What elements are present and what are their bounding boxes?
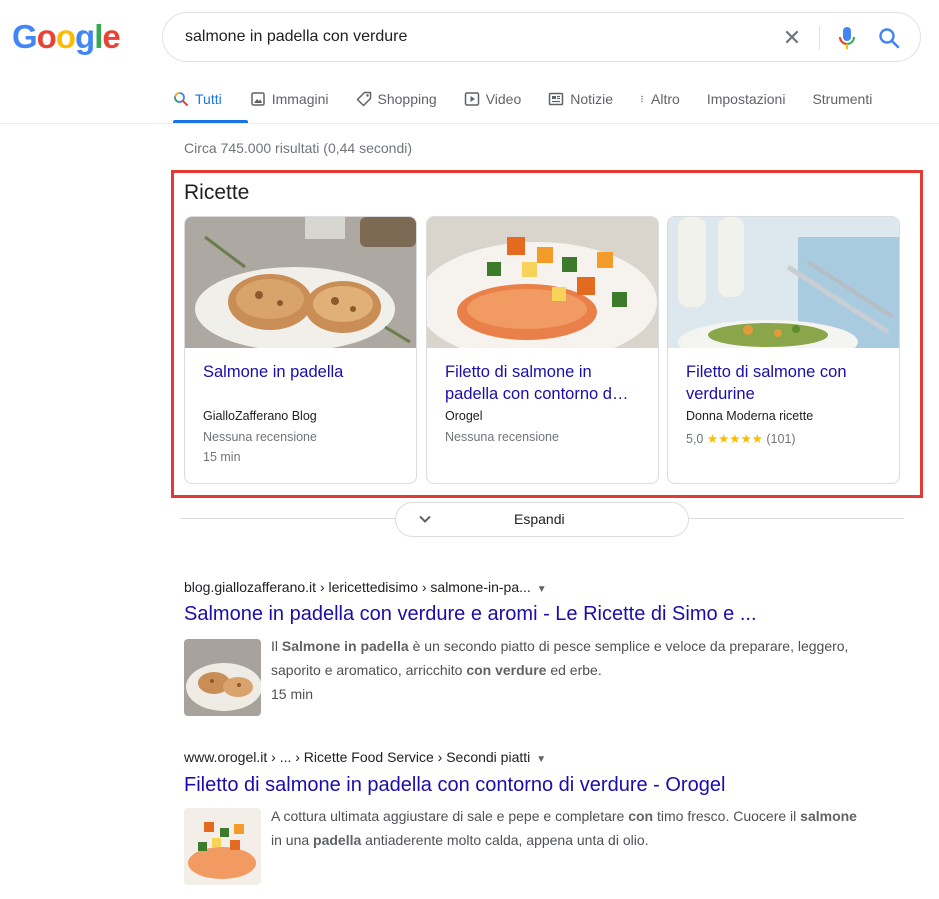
result-thumbnail[interactable] bbox=[184, 639, 261, 716]
result-cite: www.orogel.it › ... › Ricette Food Servi… bbox=[184, 749, 531, 765]
result-url[interactable]: blog.giallozafferano.it › lericettedisim… bbox=[184, 579, 547, 595]
more-vert-icon bbox=[641, 95, 643, 103]
result-thumbnail[interactable] bbox=[184, 808, 261, 885]
result-snippet: Il Salmone in padella è un secondo piatt… bbox=[271, 634, 861, 682]
tab-settings[interactable]: Impostazioni bbox=[707, 86, 786, 112]
tab-more[interactable]: Altro bbox=[640, 86, 680, 112]
rating-value: 5,0 bbox=[686, 432, 704, 446]
microphone-icon[interactable] bbox=[835, 25, 859, 51]
recipe-image bbox=[185, 217, 416, 348]
review-count: (101) bbox=[766, 432, 796, 446]
tab-label: Impostazioni bbox=[706, 91, 786, 107]
header-divider bbox=[0, 123, 939, 124]
chevron-down-icon bbox=[419, 515, 431, 523]
result-stats: Circa 745.000 risultati (0,44 secondi) bbox=[184, 140, 413, 156]
tab-label: Altro bbox=[651, 91, 680, 107]
result-extra: 15 min bbox=[271, 686, 314, 702]
tag-icon bbox=[356, 91, 371, 107]
tab-label: Shopping bbox=[377, 91, 437, 107]
logo-letter: o bbox=[36, 18, 57, 55]
recipe-card[interactable]: Filetto di salmone in padella con contor… bbox=[426, 216, 659, 484]
tab-tools[interactable]: Strumenti bbox=[812, 86, 872, 112]
snippet-text: antiaderente molto calda, appena unta di… bbox=[361, 832, 649, 848]
result-title[interactable]: Salmone in padella con verdure e aromi -… bbox=[184, 603, 757, 626]
logo-letter: G bbox=[12, 18, 38, 55]
recipe-source: GialloZafferano Blog bbox=[203, 409, 317, 423]
recipe-card[interactable]: Filetto di salmone con verdurine Donna M… bbox=[667, 216, 900, 484]
result-cite: blog.giallozafferano.it › lericettedisim… bbox=[184, 579, 531, 595]
recipe-source: Orogel bbox=[445, 409, 483, 423]
google-logo[interactable]: Google bbox=[12, 18, 121, 56]
tab-label: Notizie bbox=[570, 91, 614, 107]
recipe-reviews: Nessuna recensione bbox=[203, 430, 317, 444]
recipe-reviews: Nessuna recensione bbox=[445, 430, 559, 444]
logo-letter: g bbox=[75, 18, 95, 55]
logo-letter: e bbox=[102, 18, 120, 55]
recipes-heading: Ricette bbox=[184, 181, 250, 204]
snippet-highlight: salmone bbox=[800, 808, 857, 824]
clear-icon[interactable]: ✕ bbox=[779, 25, 805, 51]
snippet-highlight: Salmone in padella bbox=[281, 638, 409, 654]
tab-video[interactable]: Video bbox=[464, 86, 522, 112]
snippet-text: ed erbe. bbox=[546, 662, 602, 678]
search-icon bbox=[174, 92, 188, 106]
play-icon bbox=[464, 92, 479, 106]
result-url[interactable]: www.orogel.it › ... › Ricette Food Servi… bbox=[184, 749, 546, 765]
expand-divider-right bbox=[689, 518, 904, 519]
recipe-source: Donna Moderna ricette bbox=[686, 409, 814, 423]
tab-label: Immagini bbox=[271, 91, 329, 107]
expand-button[interactable]: Espandi bbox=[395, 502, 689, 537]
image-icon bbox=[250, 92, 265, 106]
search-input[interactable] bbox=[185, 13, 745, 61]
search-box[interactable]: ✕ bbox=[162, 12, 921, 62]
search-icon[interactable] bbox=[877, 25, 901, 51]
recipe-image bbox=[427, 217, 658, 348]
tab-label: Tutti bbox=[195, 91, 222, 107]
expand-divider-left bbox=[180, 518, 395, 519]
tab-news[interactable]: Notizie bbox=[548, 86, 613, 112]
snippet-highlight: con bbox=[628, 808, 654, 824]
result-snippet: A cottura ultimata aggiustare di sale e … bbox=[271, 804, 861, 852]
snippet-text: A cottura ultimata aggiustare di sale e … bbox=[271, 808, 629, 824]
tab-label: Strumenti bbox=[812, 91, 873, 107]
news-icon bbox=[549, 92, 564, 106]
star-rating-icon: ★★★★★ bbox=[706, 432, 763, 446]
tab-label: Video bbox=[485, 91, 522, 107]
recipe-title[interactable]: Salmone in padella bbox=[203, 361, 403, 383]
recipe-title[interactable]: Filetto di salmone con verdurine bbox=[686, 361, 886, 405]
search-tabs: Tutti Immagini Shopping Video Notizie Al… bbox=[173, 86, 872, 124]
snippet-highlight: padella bbox=[313, 832, 362, 848]
recipe-image bbox=[668, 217, 899, 348]
recipe-time: 15 min bbox=[203, 450, 241, 464]
caret-down-icon[interactable]: ▼ bbox=[537, 584, 547, 595]
logo-letter: o bbox=[55, 18, 76, 55]
tab-images[interactable]: Immagini bbox=[250, 86, 329, 112]
recipe-card[interactable]: Salmone in padella GialloZafferano Blog … bbox=[184, 216, 417, 484]
tab-shopping[interactable]: Shopping bbox=[356, 86, 437, 112]
snippet-text: timo fresco. Cuocere il bbox=[653, 808, 801, 824]
result-title[interactable]: Filetto di salmone in padella con contor… bbox=[184, 774, 725, 797]
recipe-title[interactable]: Filetto di salmone in padella con contor… bbox=[445, 361, 645, 405]
searchbox-divider bbox=[819, 26, 820, 50]
snippet-text: in una bbox=[271, 832, 314, 848]
snippet-text: Il bbox=[271, 638, 282, 654]
tab-all[interactable]: Tutti bbox=[173, 86, 222, 112]
recipe-rating: 5,0 ★★★★★ (101) bbox=[686, 431, 796, 446]
caret-down-icon[interactable]: ▼ bbox=[536, 754, 546, 765]
snippet-highlight: con verdure bbox=[466, 662, 547, 678]
expand-label: Espandi bbox=[514, 511, 565, 527]
